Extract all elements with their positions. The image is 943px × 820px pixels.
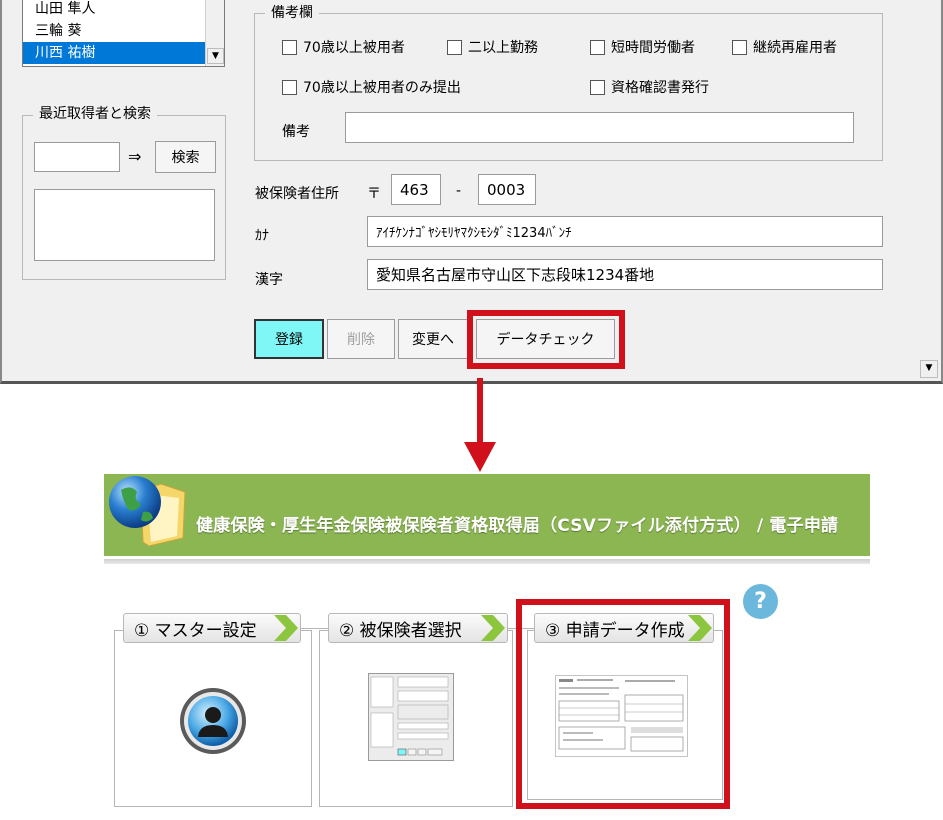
checkbox-part-time[interactable]: 短時間労働者 <box>590 37 695 57</box>
checkbox-box[interactable] <box>732 39 747 55</box>
register-button[interactable]: 登録 <box>254 319 324 359</box>
kanji-label: 漢字 <box>255 272 283 288</box>
checkbox-label: 70歳以上被用者 <box>303 40 405 56</box>
checkbox-box[interactable] <box>282 39 297 55</box>
kana-label: ｶﾅ <box>255 228 269 244</box>
postal-code-second-input[interactable]: 0003 <box>478 174 536 205</box>
checkbox-label: 短時間労働者 <box>611 40 695 56</box>
checkbox-reemployment[interactable]: 継続再雇用者 <box>732 37 837 57</box>
kanji-address-input[interactable]: 愛知県名古屋市守山区下志段味1234番地 <box>367 259 883 290</box>
remarks-group-label: 備考欄 <box>265 4 319 22</box>
chevron-right-icon <box>481 615 505 641</box>
banner-divider <box>104 559 870 564</box>
recent-search-group-label: 最近取得者と検索 <box>33 105 157 123</box>
note-label: 備考 <box>282 124 310 140</box>
chevron-down-icon: ▼ <box>212 51 219 61</box>
insured-entry-dialog: 山田 隼人 三輪 葵 川西 祐樹 ▼ 最近取得者と検索 ⇒ 検索 備考欄 70歳… <box>0 0 943 384</box>
step-label: ② 被保険者選択 <box>339 620 462 641</box>
arrow-down-icon <box>464 378 496 472</box>
arrow-right-icon: ⇒ <box>128 147 142 166</box>
list-item[interactable]: 三輪 葵 <box>23 20 224 42</box>
checkbox-label: 二以上勤務 <box>468 40 538 56</box>
checkbox-label: 資格確認書発行 <box>611 80 709 96</box>
checkbox-over70-only[interactable]: 70歳以上被用者のみ提出 <box>282 77 461 97</box>
checkbox-certificate-issue[interactable]: 資格確認書発行 <box>590 77 709 97</box>
list-item[interactable]: 山田 隼人 <box>23 0 224 20</box>
postal-dash: - <box>456 183 462 199</box>
chevron-down-icon: ▼ <box>925 363 933 373</box>
help-icon[interactable]: ? <box>743 584 778 619</box>
checkbox-label: 70歳以上被用者のみ提出 <box>303 80 461 96</box>
form-screenshot-thumbnail <box>368 673 454 761</box>
note-input[interactable] <box>345 112 854 143</box>
checkbox-box[interactable] <box>282 79 297 95</box>
checkbox-box[interactable] <box>590 39 605 55</box>
recent-results-list[interactable] <box>34 189 215 261</box>
highlight-frame <box>516 599 730 809</box>
change-button[interactable]: 変更へ <box>398 319 468 359</box>
list-item-selected[interactable]: 川西 祐樹 <box>23 42 217 64</box>
banner-title: 健康保険・厚生年金保険被保険者資格取得届（CSVファイル添付方式） / 電子申請 <box>196 516 839 536</box>
checkbox-multiple-employment[interactable]: 二以上勤務 <box>447 37 538 57</box>
user-icon <box>180 688 246 754</box>
checkbox-label: 継続再雇用者 <box>753 40 837 56</box>
kana-address-input[interactable]: ｱｲﾁｹﾝﾅｺﾞﾔｼﾓﾘﾔﾏｸｼﾓｼﾀﾞﾐ1234ﾊﾞﾝﾁ <box>367 216 883 247</box>
window-scroll-down-button[interactable]: ▼ <box>920 360 938 378</box>
step-connector <box>301 628 328 629</box>
scroll-down-button[interactable]: ▼ <box>207 48 224 64</box>
globe-folder-icon <box>109 476 186 547</box>
employee-listbox[interactable]: 山田 隼人 三輪 葵 川西 祐樹 ▼ <box>22 0 225 67</box>
search-button[interactable]: 検索 <box>155 141 216 173</box>
listbox-scrollbar[interactable]: ▼ <box>205 0 224 66</box>
highlight-frame <box>467 310 625 369</box>
checkbox-box[interactable] <box>447 39 462 55</box>
help-glyph: ? <box>754 589 767 614</box>
checkbox-box[interactable] <box>590 79 605 95</box>
checkbox-over70[interactable]: 70歳以上被用者 <box>282 37 405 57</box>
chevron-right-icon <box>274 615 298 641</box>
banner: 健康保険・厚生年金保険被保険者資格取得届（CSVファイル添付方式） / 電子申請 <box>104 474 870 556</box>
recent-search-input[interactable] <box>34 142 120 172</box>
delete-button[interactable]: 削除 <box>327 319 395 359</box>
postal-mark: 〒 <box>367 186 381 202</box>
postal-code-first-input[interactable]: 463 <box>391 174 441 205</box>
address-label: 被保険者住所 <box>255 186 339 202</box>
step-label: ① マスター設定 <box>134 620 257 641</box>
